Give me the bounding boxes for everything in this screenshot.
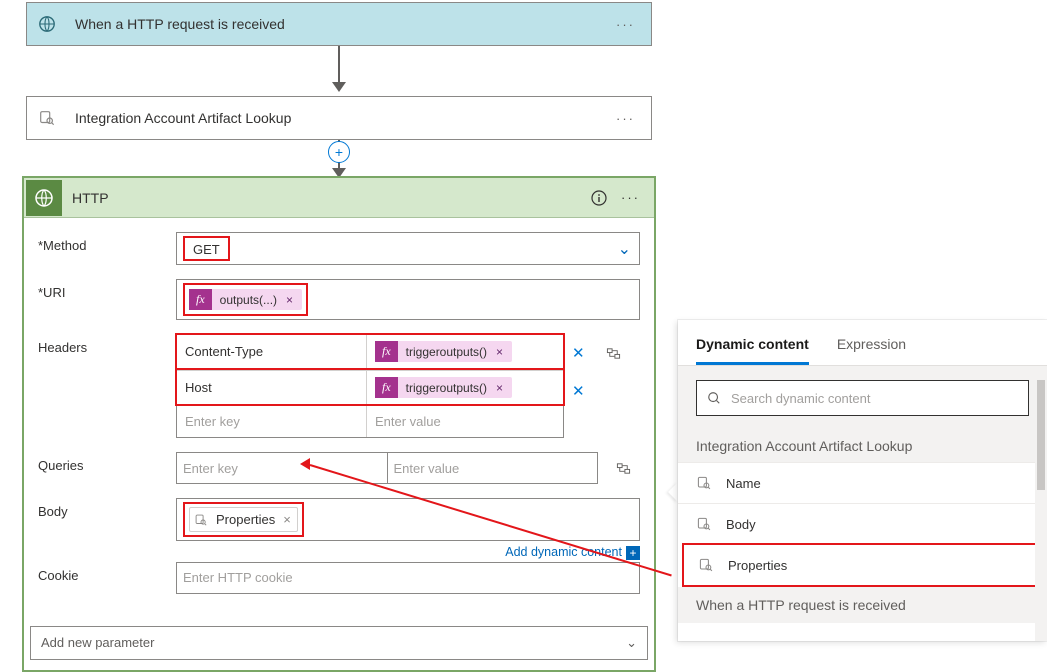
switch-mode-icon[interactable] xyxy=(606,452,640,484)
add-parameter-select[interactable]: Add new parameter ⌄ xyxy=(30,626,648,660)
header-row: Content-Type fx triggeroutputs() × xyxy=(177,335,563,368)
dynamic-item-properties[interactable]: Properties xyxy=(682,543,1043,587)
close-icon[interactable]: × xyxy=(493,381,506,395)
step-title: Integration Account Artifact Lookup xyxy=(67,110,616,126)
header-row-empty: Enter key Enter value xyxy=(177,404,563,437)
cookie-input[interactable]: Enter HTTP cookie xyxy=(176,562,640,594)
scrollbar[interactable] xyxy=(1035,376,1047,641)
header-value-input[interactable]: fx triggeroutputs() × xyxy=(367,335,563,368)
fx-token[interactable]: fx triggeroutputs() × xyxy=(375,341,512,362)
globe-icon xyxy=(26,180,62,216)
header-row: Host fx triggeroutputs() × xyxy=(177,370,563,404)
dynamic-item-body[interactable]: Body xyxy=(678,503,1047,544)
fx-text: triggeroutputs() xyxy=(406,345,487,359)
scrollbar-thumb[interactable] xyxy=(1037,380,1045,490)
chevron-down-icon: ⌄ xyxy=(626,635,637,651)
search-icon xyxy=(707,391,721,405)
label-cookie: Cookie xyxy=(38,562,176,594)
dynamic-content-panel: Dynamic content Expression Search dynami… xyxy=(678,320,1047,641)
header-key-input[interactable]: Host xyxy=(177,371,367,404)
fx-text: outputs(...) xyxy=(220,293,277,307)
field-queries: Queries Enter key Enter value xyxy=(38,452,640,484)
lookup-icon xyxy=(27,97,67,139)
fx-token[interactable]: fx outputs(...) × xyxy=(189,289,302,310)
step-artifact-lookup[interactable]: Integration Account Artifact Lookup ··· xyxy=(26,96,652,140)
field-uri: *URI fx outputs(...) × xyxy=(38,279,640,320)
info-icon[interactable] xyxy=(591,190,607,206)
field-method: *Method GET ⌄ xyxy=(38,232,640,265)
fx-icon: fx xyxy=(375,341,398,362)
action-title: HTTP xyxy=(62,190,591,206)
annotation-arrowhead xyxy=(300,458,310,470)
tab-expression[interactable]: Expression xyxy=(837,336,906,365)
label-queries: Queries xyxy=(38,452,176,484)
token-text: Properties xyxy=(216,512,275,527)
label-uri: *URI xyxy=(38,279,176,320)
method-select[interactable]: GET ⌄ xyxy=(176,232,640,265)
fx-icon: fx xyxy=(189,289,212,310)
label-body: Body xyxy=(38,498,176,560)
chevron-down-icon: ⌄ xyxy=(618,239,631,259)
connector-line xyxy=(338,46,340,82)
body-input[interactable]: Properties × xyxy=(176,498,640,541)
add-dynamic-content-link[interactable]: Add dynamic content+ xyxy=(176,545,640,560)
header-value-input[interactable]: fx triggeroutputs() × xyxy=(367,371,563,404)
close-icon[interactable]: × xyxy=(283,512,291,527)
more-icon[interactable]: ··· xyxy=(621,190,654,205)
more-icon[interactable]: ··· xyxy=(616,111,651,126)
dynamic-item-name[interactable]: Name xyxy=(678,462,1047,503)
label-headers: Headers xyxy=(38,334,176,438)
label-method: *Method xyxy=(38,232,176,265)
flyout-pointer xyxy=(668,482,678,502)
remove-header-icon[interactable]: ✕ xyxy=(572,344,606,362)
method-value: GET xyxy=(183,236,230,261)
fx-text: triggeroutputs() xyxy=(406,381,487,395)
field-cookie: Cookie Enter HTTP cookie xyxy=(38,562,640,594)
action-http-card: HTTP ··· *Method GET ⌄ *URI xyxy=(22,176,656,672)
field-body: Body Properties × Add dynamic con xyxy=(38,498,640,560)
dynamic-section-title: When a HTTP request is received xyxy=(678,587,1047,623)
uri-input[interactable]: fx outputs(...) × xyxy=(176,279,640,320)
dynamic-token[interactable]: Properties × xyxy=(189,507,298,532)
more-icon[interactable]: ··· xyxy=(616,17,651,32)
switch-mode-icon[interactable] xyxy=(606,346,640,361)
add-parameter-label: Add new parameter xyxy=(41,635,154,650)
field-headers: Headers Content-Type fx triggeroutputs()… xyxy=(38,334,640,438)
query-value-input[interactable]: Enter value xyxy=(388,452,599,484)
lookup-icon xyxy=(696,516,712,532)
search-placeholder: Search dynamic content xyxy=(731,391,870,406)
tab-dynamic-content[interactable]: Dynamic content xyxy=(696,336,809,365)
step-title: When a HTTP request is received xyxy=(67,16,616,32)
lookup-icon xyxy=(698,557,714,573)
close-icon[interactable]: × xyxy=(283,293,296,307)
globe-icon xyxy=(27,3,67,45)
step-http-trigger[interactable]: When a HTTP request is received ··· xyxy=(26,2,652,46)
dynamic-section-title: Integration Account Artifact Lookup xyxy=(678,430,1047,462)
action-http-header[interactable]: HTTP ··· xyxy=(24,178,654,218)
fx-token[interactable]: fx triggeroutputs() × xyxy=(375,377,512,398)
add-step-button[interactable]: + xyxy=(328,141,350,163)
fx-icon: fx xyxy=(375,377,398,398)
header-value-input[interactable]: Enter value xyxy=(367,405,563,437)
chevron-down-icon xyxy=(332,82,346,92)
search-input[interactable]: Search dynamic content xyxy=(696,380,1029,416)
lookup-icon xyxy=(194,513,208,527)
remove-header-icon[interactable]: ✕ xyxy=(572,382,606,400)
lookup-icon xyxy=(696,475,712,491)
header-key-input[interactable]: Content-Type xyxy=(177,335,367,368)
header-key-input[interactable]: Enter key xyxy=(177,405,367,437)
close-icon[interactable]: × xyxy=(493,345,506,359)
